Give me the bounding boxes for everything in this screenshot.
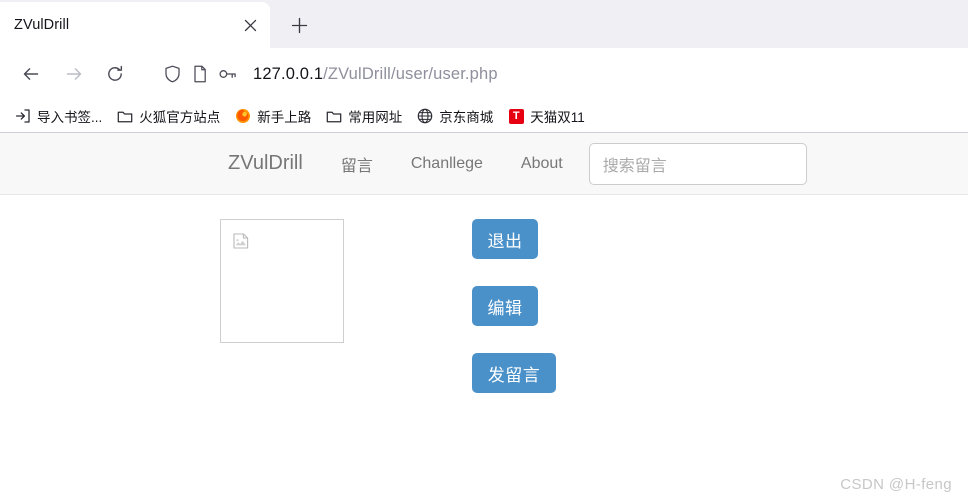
nav-link-about[interactable]: About: [521, 155, 563, 173]
reload-icon: [108, 65, 123, 81]
tab-strip: ZVulDrill: [0, 0, 968, 48]
plus-icon: [291, 17, 307, 33]
globe-icon: [416, 107, 434, 125]
action-buttons: 退出 编辑 发留言: [472, 219, 556, 393]
tab-title: ZVulDrill: [14, 17, 70, 33]
avatar: [220, 219, 344, 343]
url-path: /ZVulDrill/user/user.php: [323, 64, 498, 83]
bookmark-label: 火狐官方站点: [139, 110, 221, 125]
nav-link-challenge[interactable]: Chanllege: [411, 155, 483, 173]
broken-image-icon: [233, 232, 250, 250]
back-arrow-icon: [23, 68, 39, 80]
page-viewport: ZVulDrill 留言 Chanllege About 搜索留言 退出 编辑 …: [0, 132, 968, 501]
forward-button[interactable]: [57, 57, 91, 91]
tmall-icon-letter: T: [508, 108, 524, 124]
browser-toolbar: 127.0.0.1/ZVulDrill/user/user.php: [0, 48, 968, 100]
nav-link-messages[interactable]: 留言: [341, 152, 373, 176]
firefox-icon: [234, 107, 252, 125]
bookmark-label: 导入书签...: [37, 110, 103, 125]
bookmark-label: 京东商城: [439, 110, 494, 125]
bookmark-label: 天猫双11: [530, 110, 585, 125]
site-brand[interactable]: ZVulDrill: [228, 152, 303, 175]
forward-arrow-icon: [66, 68, 82, 80]
site-navbar: ZVulDrill 留言 Chanllege About 搜索留言: [0, 133, 968, 195]
post-message-button[interactable]: 发留言: [472, 353, 556, 393]
page-icon[interactable]: [187, 61, 213, 87]
bookmark-getting-started[interactable]: 新手上路: [228, 103, 317, 129]
browser-tab[interactable]: ZVulDrill: [0, 2, 270, 48]
watermark: CSDN @H-feng: [840, 476, 952, 493]
bookmark-firefox-site[interactable]: 火狐官方站点: [110, 103, 226, 129]
folder-icon: [116, 107, 134, 125]
url-host: 127.0.0.1: [253, 64, 324, 83]
bookmark-tmall[interactable]: T 天猫双11: [501, 103, 591, 129]
bookmark-import[interactable]: 导入书签...: [8, 103, 108, 129]
site-navbar-inner: ZVulDrill 留言 Chanllege About 搜索留言: [228, 142, 868, 185]
reload-button[interactable]: [98, 57, 132, 91]
bookmarks-bar: 导入书签... 火狐官方站点 新手上路 常用网址 京东商城 T 天猫双11: [0, 100, 968, 132]
search-placeholder: 搜索留言: [602, 157, 667, 175]
search-input[interactable]: 搜索留言: [588, 142, 807, 185]
profile-row: 退出 编辑 发留言: [0, 219, 968, 393]
new-tab-button[interactable]: [282, 8, 316, 42]
bookmark-label: 新手上路: [257, 110, 312, 125]
edit-button[interactable]: 编辑: [472, 286, 538, 326]
tmall-icon: T: [507, 107, 525, 125]
bookmark-common-sites[interactable]: 常用网址: [319, 103, 408, 129]
shield-icon[interactable]: [159, 61, 185, 87]
close-icon[interactable]: [236, 11, 264, 39]
browser-window: ZVulDrill 127.0.0.1/ZVulDrill/user/user.…: [0, 0, 968, 501]
url-text: 127.0.0.1/ZVulDrill/user/user.php: [253, 65, 498, 84]
address-bar[interactable]: 127.0.0.1/ZVulDrill/user/user.php: [151, 57, 950, 91]
logout-button[interactable]: 退出: [472, 219, 538, 259]
bookmark-jd[interactable]: 京东商城: [410, 103, 499, 129]
folder-icon: [325, 107, 343, 125]
bookmark-label: 常用网址: [348, 110, 403, 125]
page-content: 退出 编辑 发留言: [0, 195, 968, 393]
import-bookmarks-icon: [14, 107, 32, 125]
key-icon[interactable]: [215, 61, 241, 87]
back-button[interactable]: [14, 57, 48, 91]
